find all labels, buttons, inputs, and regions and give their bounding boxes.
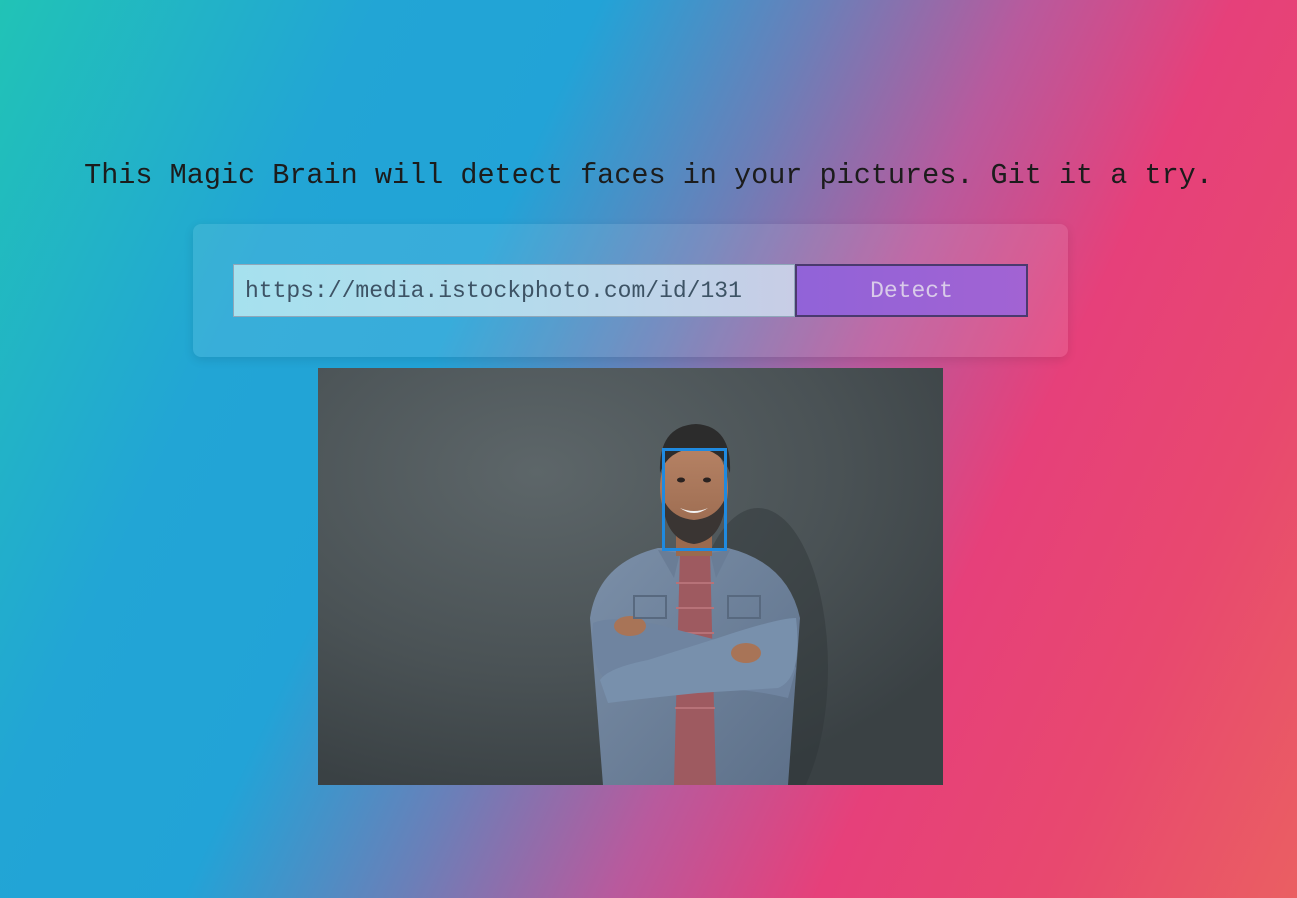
detect-button[interactable]: Detect	[795, 264, 1028, 317]
result-photo	[318, 368, 943, 785]
image-url-input[interactable]	[233, 264, 795, 317]
photo-illustration	[318, 368, 943, 785]
face-bounding-box	[662, 448, 727, 551]
image-url-form: Detect	[193, 224, 1068, 357]
tagline: This Magic Brain will detect faces in yo…	[84, 159, 1213, 192]
